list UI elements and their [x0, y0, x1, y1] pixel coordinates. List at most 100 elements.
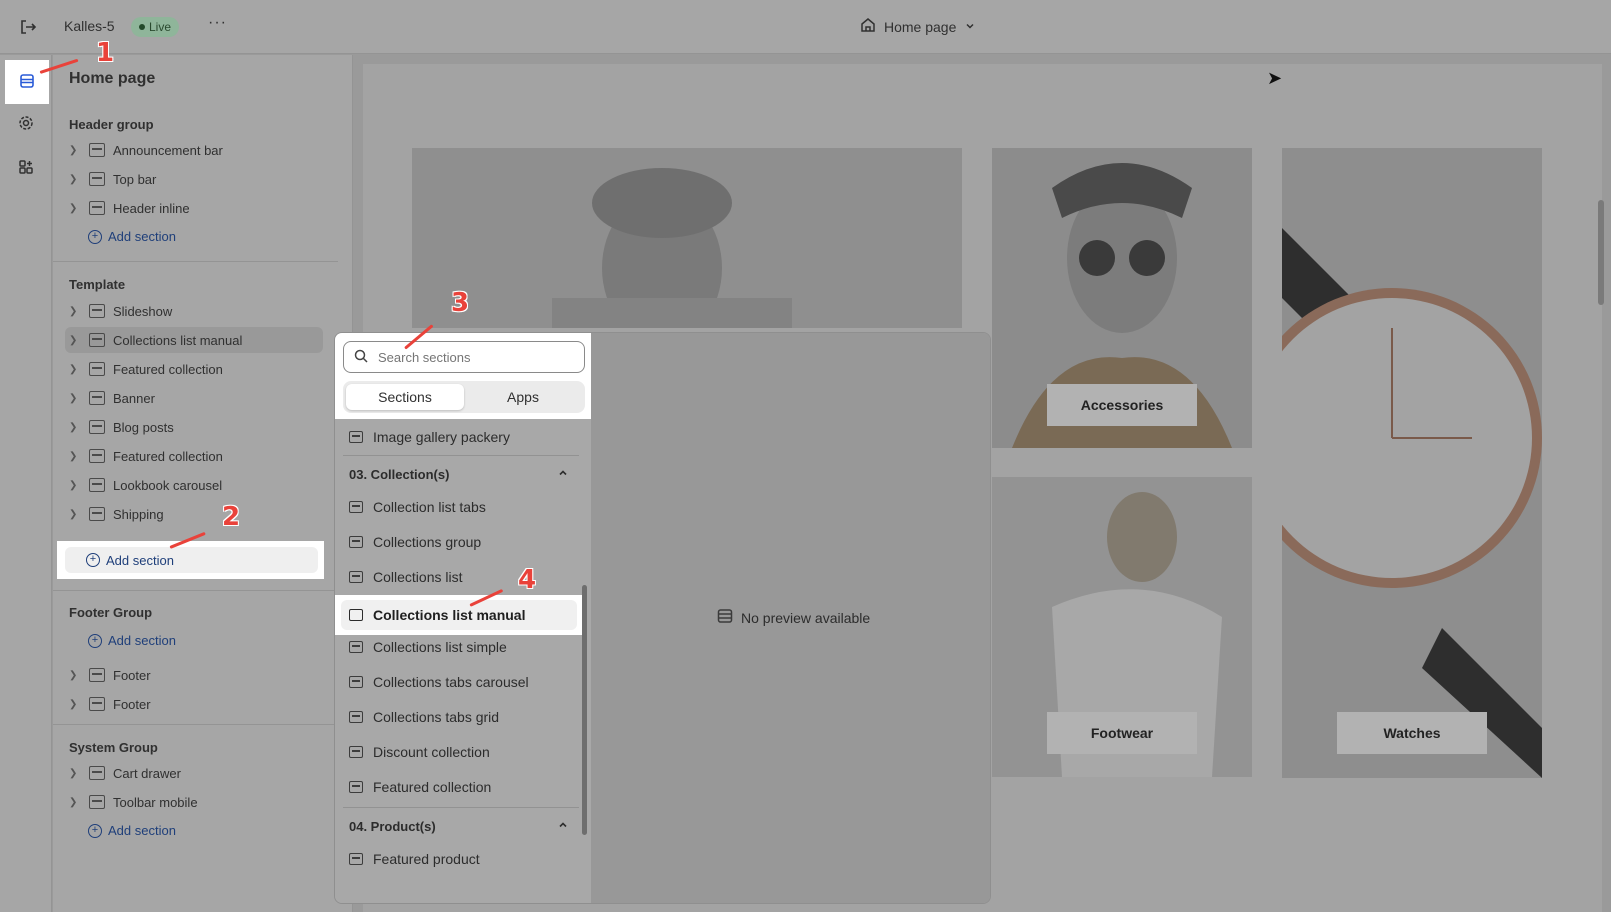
- list-item-label: Collections list manual: [373, 607, 526, 623]
- list-item-collection-list-tabs[interactable]: Collection list tabs: [349, 493, 486, 521]
- sidebar-item-cart-drawer[interactable]: ❯ Cart drawer: [69, 760, 319, 786]
- chevron-right-icon[interactable]: ❯: [69, 768, 83, 779]
- chevron-right-icon[interactable]: ❯: [69, 422, 83, 433]
- chevron-right-icon[interactable]: ❯: [69, 393, 83, 404]
- add-section-template-button[interactable]: + Add section: [65, 547, 318, 573]
- list-item-collections-tabs-carousel[interactable]: Collections tabs carousel: [349, 668, 529, 696]
- chevron-right-icon[interactable]: ❯: [69, 699, 83, 710]
- plus-circle-icon: +: [88, 823, 102, 838]
- preview-scrollbar[interactable]: [1598, 200, 1604, 305]
- add-section-label: Add section: [108, 823, 176, 838]
- collection-image-women[interactable]: [412, 148, 962, 328]
- search-input[interactable]: [378, 349, 558, 365]
- sidebar-item-shipping[interactable]: ❯ Shipping: [69, 501, 319, 527]
- collection-image-watches[interactable]: [1282, 148, 1542, 778]
- chevron-right-icon[interactable]: ❯: [69, 145, 83, 156]
- section-icon: [89, 362, 105, 376]
- search-field[interactable]: [343, 341, 585, 373]
- apps-nav-button[interactable]: [14, 156, 38, 180]
- section-list: Sections Apps Image gallery packery 03. …: [335, 333, 591, 903]
- category-collections[interactable]: 03. Collection(s): [349, 459, 569, 489]
- sidebar-item-footer[interactable]: ❯ Footer: [69, 662, 319, 688]
- section-icon: [349, 676, 363, 688]
- list-item-featured-collection[interactable]: Featured collection: [349, 773, 491, 801]
- list-item-collections-list[interactable]: Collections list: [349, 563, 462, 591]
- list-item-image-gallery-packery[interactable]: Image gallery packery: [349, 423, 510, 451]
- list-item-label: Discount collection: [373, 744, 490, 760]
- sidebar-item-label: Collections list manual: [113, 332, 243, 348]
- sidebar-item-label: Banner: [113, 390, 155, 406]
- sidebar-item-featured-collection-2[interactable]: ❯ Featured collection: [69, 443, 319, 469]
- top-bar: Kalles-5 Live ··· Home page: [0, 0, 1611, 54]
- sidebar-item-label: Featured collection: [113, 448, 223, 464]
- annotation-badge: 2: [222, 502, 241, 532]
- section-icon: [89, 795, 105, 809]
- caption-footwear[interactable]: Footwear: [1047, 712, 1197, 754]
- system-group-title: System Group: [69, 740, 158, 755]
- sidebar-item-announcement-bar[interactable]: ❯ Announcement bar: [69, 137, 319, 163]
- chevron-right-icon[interactable]: ❯: [69, 203, 83, 214]
- caption-watches[interactable]: Watches: [1337, 712, 1487, 754]
- chevron-right-icon[interactable]: ❯: [69, 335, 83, 346]
- list-item-collections-list-manual[interactable]: Collections list manual: [341, 600, 577, 630]
- apps-icon: [17, 158, 35, 179]
- section-icon: [89, 143, 105, 157]
- section-preview-pane: No preview available: [591, 333, 990, 903]
- category-products[interactable]: 04. Product(s): [349, 811, 569, 841]
- sidebar-item-banner[interactable]: ❯ Banner: [69, 385, 319, 411]
- sidebar-item-label: Announcement bar: [113, 142, 223, 158]
- add-section-popover: Sections Apps Image gallery packery 03. …: [334, 332, 991, 904]
- tab-sections[interactable]: Sections: [346, 384, 464, 410]
- sidebar-item-top-bar[interactable]: ❯ Top bar: [69, 166, 319, 192]
- list-item-collections-group[interactable]: Collections group: [349, 528, 481, 556]
- slideshow-icon: [89, 304, 105, 318]
- chevron-right-icon[interactable]: ❯: [69, 174, 83, 185]
- theme-settings-button[interactable]: [14, 112, 38, 136]
- section-icon: [89, 201, 105, 215]
- annotation-badge: 3: [451, 288, 470, 318]
- chevron-right-icon[interactable]: ❯: [69, 509, 83, 520]
- sidebar-item-header-inline[interactable]: ❯ Header inline: [69, 195, 319, 221]
- no-preview-label: No preview available: [741, 609, 871, 626]
- list-item-collections-list-simple[interactable]: Collections list simple: [349, 633, 507, 661]
- sidebar-item-featured-collection[interactable]: ❯ Featured collection: [69, 356, 319, 382]
- footer-group-title: Footer Group: [69, 605, 153, 620]
- list-item-label: Collections group: [373, 534, 482, 550]
- list-item-collections-tabs-grid[interactable]: Collections tabs grid: [349, 703, 499, 731]
- list-item-highlight: Collections list manual: [335, 595, 583, 635]
- add-section-footer-button[interactable]: + Add section: [88, 633, 176, 648]
- page-selector[interactable]: Home page: [860, 17, 976, 36]
- sidebar-item-label: Featured collection: [113, 361, 223, 377]
- blog-icon: [89, 420, 105, 434]
- sidebar-item-toolbar-mobile[interactable]: ❯ Toolbar mobile: [69, 789, 319, 815]
- caption-accessories[interactable]: Accessories: [1047, 384, 1197, 426]
- add-section-label: Add section: [108, 229, 176, 244]
- list-item-label: Collections tabs grid: [373, 709, 500, 725]
- picker-scrollbar[interactable]: [582, 585, 587, 835]
- add-section-system-button[interactable]: + Add section: [88, 823, 176, 838]
- list-item-featured-product[interactable]: Featured product: [349, 845, 480, 873]
- sidebar-item-label: Header inline: [113, 200, 190, 216]
- sidebar-item-collections-list-manual[interactable]: ❯ Collections list manual: [65, 327, 323, 353]
- chevron-right-icon[interactable]: ❯: [69, 670, 83, 681]
- tab-apps[interactable]: Apps: [464, 384, 582, 410]
- sidebar-item-footer-2[interactable]: ❯ Footer: [69, 691, 319, 717]
- section-icon: [349, 853, 363, 865]
- store-name: Kalles-5: [64, 18, 115, 34]
- chevron-right-icon[interactable]: ❯: [69, 480, 83, 491]
- chevron-right-icon[interactable]: ❯: [69, 797, 83, 808]
- home-icon: [860, 17, 876, 36]
- list-item-label: Collections tabs carousel: [373, 674, 529, 690]
- section-icon: [349, 781, 363, 793]
- chevron-right-icon[interactable]: ❯: [69, 306, 83, 317]
- sidebar-item-lookbook-carousel[interactable]: ❯ Lookbook carousel: [69, 472, 319, 498]
- chevron-right-icon[interactable]: ❯: [69, 364, 83, 375]
- list-item-discount-collection[interactable]: Discount collection: [349, 738, 490, 766]
- chevron-right-icon[interactable]: ❯: [69, 451, 83, 462]
- exit-icon[interactable]: [18, 17, 38, 37]
- section-icon: [89, 668, 105, 682]
- add-section-header-button[interactable]: + Add section: [88, 229, 176, 244]
- more-actions-button[interactable]: ···: [208, 14, 227, 32]
- sidebar-item-blog-posts[interactable]: ❯ Blog posts: [69, 414, 319, 440]
- sidebar-item-slideshow[interactable]: ❯ Slideshow: [69, 298, 319, 324]
